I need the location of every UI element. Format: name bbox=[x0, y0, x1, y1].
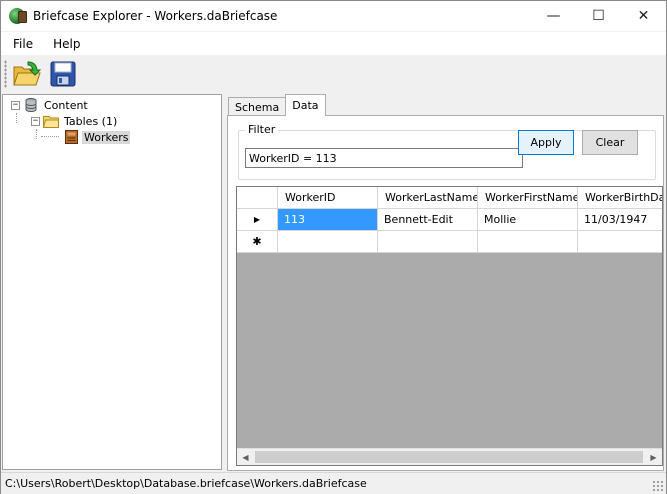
database-icon bbox=[23, 97, 39, 113]
tree-connector bbox=[36, 129, 37, 139]
cell-new-workerbirthdate[interactable] bbox=[578, 231, 662, 253]
maximize-button[interactable]: ☐ bbox=[576, 1, 621, 31]
toolbar-grip[interactable] bbox=[4, 60, 7, 88]
cell-new-workerlastname[interactable] bbox=[378, 231, 478, 253]
resize-grip-icon[interactable] bbox=[652, 480, 664, 492]
cell-new-workerid[interactable] bbox=[278, 231, 378, 253]
open-folder-icon bbox=[13, 61, 42, 86]
scroll-right-icon[interactable]: ▶ bbox=[645, 449, 662, 465]
cell-workerfirstname[interactable]: Mollie bbox=[478, 209, 578, 231]
tree-view[interactable]: − Content − Tables (1) Workers bbox=[2, 94, 222, 470]
column-header-workerlastname[interactable]: WorkerLastName bbox=[378, 187, 478, 209]
filter-input[interactable] bbox=[245, 148, 523, 168]
tree-node-content[interactable]: − Content bbox=[11, 97, 90, 113]
title-bar: Briefcase Explorer - Workers.daBriefcase… bbox=[1, 1, 666, 31]
cell-workerbirthdate[interactable]: 11/03/1947 bbox=[578, 209, 662, 231]
save-button[interactable] bbox=[47, 58, 79, 90]
data-tab-page: Filter Apply Clear WorkerID WorkerLastNa… bbox=[227, 115, 664, 471]
filter-legend: Filter bbox=[245, 123, 279, 136]
save-disk-icon bbox=[50, 61, 76, 87]
status-path: C:\Users\Robert\Desktop\Database.briefca… bbox=[5, 477, 367, 490]
tree-node-tables[interactable]: − Tables (1) bbox=[31, 113, 119, 129]
tree-connector bbox=[41, 136, 59, 137]
tree-label-workers: Workers bbox=[82, 130, 131, 144]
collapse-icon[interactable]: − bbox=[31, 116, 40, 126]
horizontal-scrollbar[interactable]: ◀ ▶ bbox=[237, 448, 662, 465]
new-row[interactable]: ✱ bbox=[237, 231, 662, 253]
table-row[interactable]: ▶ 113 Bennett-Edit Mollie 11/03/1947 bbox=[237, 209, 662, 231]
grid-header: WorkerID WorkerLastName WorkerFirstName … bbox=[237, 187, 662, 209]
toolbar bbox=[1, 55, 666, 93]
tab-data[interactable]: Data bbox=[285, 94, 326, 116]
scroll-left-icon[interactable]: ◀ bbox=[237, 449, 254, 465]
column-header-workerbirthdate[interactable]: WorkerBirthDate bbox=[578, 187, 662, 209]
data-grid[interactable]: WorkerID WorkerLastName WorkerFirstName … bbox=[236, 186, 663, 466]
tree-label-tables: Tables (1) bbox=[64, 114, 118, 128]
status-bar: C:\Users\Robert\Desktop\Database.briefca… bbox=[1, 472, 666, 494]
cell-new-workerfirstname[interactable] bbox=[478, 231, 578, 253]
tab-strip: Schema Data bbox=[228, 94, 326, 116]
tree-label-content: Content bbox=[44, 98, 88, 112]
main-window: Briefcase Explorer - Workers.daBriefcase… bbox=[0, 0, 667, 494]
new-row-icon[interactable]: ✱ bbox=[237, 231, 278, 253]
tab-schema[interactable]: Schema bbox=[228, 97, 287, 116]
close-button[interactable]: ✕ bbox=[621, 1, 666, 31]
minimize-button[interactable]: — bbox=[531, 1, 576, 31]
tree-node-workers[interactable]: Workers bbox=[63, 129, 131, 145]
window-title: Briefcase Explorer - Workers.daBriefcase bbox=[33, 9, 278, 23]
menu-bar: File Help bbox=[1, 32, 666, 55]
column-header-workerid[interactable]: WorkerID bbox=[278, 187, 378, 209]
apply-button[interactable]: Apply bbox=[518, 130, 574, 155]
row-indicator-icon[interactable]: ▶ bbox=[237, 209, 278, 231]
table-icon bbox=[63, 129, 79, 145]
menu-file[interactable]: File bbox=[5, 37, 41, 51]
column-header-workerfirstname[interactable]: WorkerFirstName bbox=[478, 187, 578, 209]
collapse-icon[interactable]: − bbox=[11, 100, 20, 110]
menu-help[interactable]: Help bbox=[45, 37, 88, 51]
cell-workerid[interactable]: 113 bbox=[278, 209, 378, 231]
grid-corner[interactable] bbox=[237, 187, 278, 209]
scroll-thumb[interactable] bbox=[255, 451, 643, 463]
folder-icon bbox=[43, 113, 59, 129]
cell-workerlastname[interactable]: Bennett-Edit bbox=[378, 209, 478, 231]
window-controls: — ☐ ✕ bbox=[531, 1, 666, 31]
clear-button[interactable]: Clear bbox=[582, 130, 638, 155]
tree-connector bbox=[16, 113, 17, 123]
open-button[interactable] bbox=[11, 58, 43, 90]
app-icon bbox=[9, 8, 27, 24]
